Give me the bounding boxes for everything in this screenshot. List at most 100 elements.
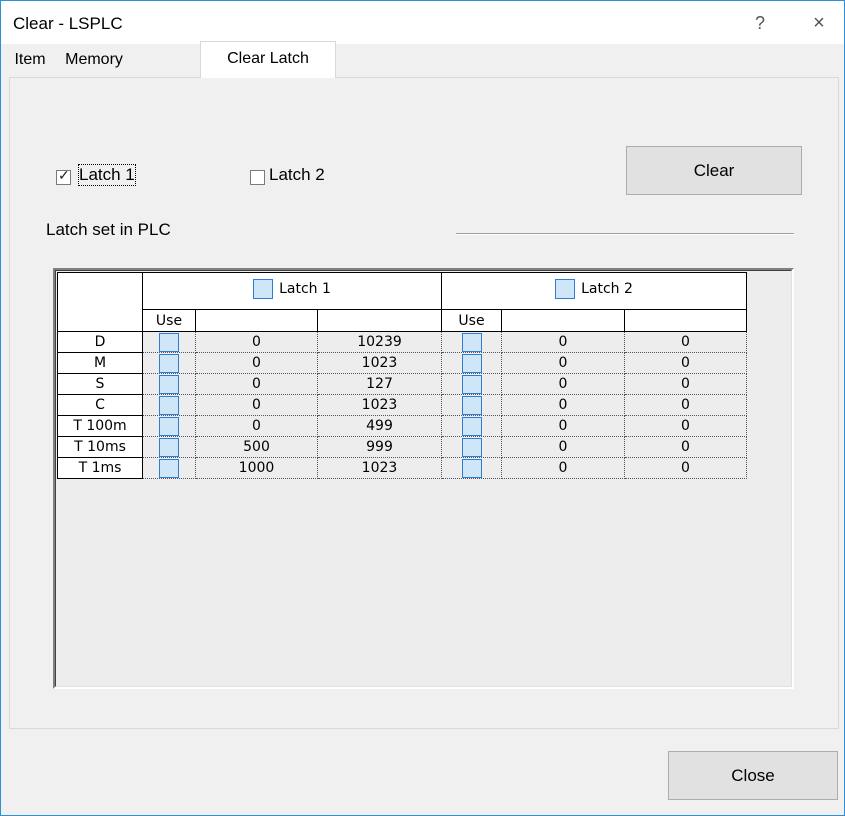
- latch2-use-cell[interactable]: [441, 436, 502, 458]
- latch2-checkbox-box[interactable]: [250, 170, 265, 185]
- latch2-start-cell[interactable]: 0: [501, 373, 625, 395]
- use-checkbox[interactable]: [461, 458, 482, 478]
- latch2-start-cell[interactable]: 0: [501, 394, 625, 416]
- latch1-checkbox[interactable]: ✓ Latch 1: [56, 164, 168, 189]
- row-header[interactable]: S: [57, 373, 143, 395]
- latch2-end-cell[interactable]: 0: [624, 436, 747, 458]
- table-row[interactable]: T 1ms 1000 1023 0 0: [57, 457, 747, 479]
- latch1-start-header: [195, 309, 318, 332]
- latch1-end-cell[interactable]: 10239: [317, 331, 442, 353]
- latch2-start-cell[interactable]: 0: [501, 457, 625, 479]
- latch1-start-cell[interactable]: 1000: [195, 457, 318, 479]
- latch2-start-header: [501, 309, 625, 332]
- latch2-checkbox[interactable]: Latch 2: [250, 165, 362, 189]
- latch2-group-label: Latch 2: [581, 281, 633, 297]
- use-checkbox[interactable]: [159, 374, 179, 394]
- row-header[interactable]: C: [57, 394, 143, 416]
- latch1-group-checkbox[interactable]: [253, 279, 274, 299]
- latch2-use-cell[interactable]: [441, 373, 502, 395]
- separator-line: [456, 233, 794, 235]
- latch1-use-cell[interactable]: [142, 352, 196, 374]
- latch1-use-cell[interactable]: [142, 394, 196, 416]
- latch1-label: Latch 1: [78, 164, 136, 186]
- latch1-end-cell[interactable]: 1023: [317, 394, 442, 416]
- table-row[interactable]: C 0 1023 0 0: [57, 394, 747, 416]
- tab-memory[interactable]: Memory: [57, 44, 131, 76]
- latch-grid[interactable]: Latch 1 Latch 2 Use Use D 0 10239 0 0 M 0 1023 0…: [53, 268, 794, 689]
- close-icon[interactable]: ×: [798, 6, 840, 40]
- latch2-start-cell[interactable]: 0: [501, 415, 625, 437]
- title-bar: Clear - LSPLC ? ×: [1, 1, 844, 44]
- tab-clear-latch[interactable]: Clear Latch: [200, 41, 336, 78]
- use-checkbox[interactable]: [159, 416, 179, 436]
- latch1-start-cell[interactable]: 0: [195, 415, 318, 437]
- use-checkbox[interactable]: [461, 437, 482, 457]
- latch2-end-cell[interactable]: 0: [624, 331, 747, 353]
- row-header[interactable]: T 100m: [57, 415, 143, 437]
- latch1-start-cell[interactable]: 500: [195, 436, 318, 458]
- latch2-use-cell[interactable]: [441, 352, 502, 374]
- latch2-group-header[interactable]: Latch 2: [441, 272, 747, 310]
- latch1-start-cell[interactable]: 0: [195, 373, 318, 395]
- latch1-end-cell[interactable]: 499: [317, 415, 442, 437]
- latch1-end-cell[interactable]: 999: [317, 436, 442, 458]
- close-button[interactable]: Close: [668, 751, 838, 800]
- latch2-group-checkbox[interactable]: [555, 279, 576, 299]
- latch2-end-cell[interactable]: 0: [624, 457, 747, 479]
- use-checkbox[interactable]: [461, 395, 482, 415]
- table-row[interactable]: M 0 1023 0 0: [57, 352, 747, 374]
- table-row[interactable]: D 0 10239 0 0: [57, 331, 747, 353]
- latch1-group-label: Latch 1: [279, 281, 331, 297]
- latch1-start-cell[interactable]: 0: [195, 352, 318, 374]
- latch2-end-cell[interactable]: 0: [624, 373, 747, 395]
- use-checkbox[interactable]: [159, 437, 179, 457]
- latch2-end-cell[interactable]: 0: [624, 415, 747, 437]
- latch2-end-cell[interactable]: 0: [624, 394, 747, 416]
- latch1-end-cell[interactable]: 1023: [317, 457, 442, 479]
- use-checkbox[interactable]: [159, 353, 179, 373]
- row-header[interactable]: D: [57, 331, 143, 353]
- latch1-use-cell[interactable]: [142, 331, 196, 353]
- use-checkbox[interactable]: [461, 332, 482, 352]
- latch1-start-cell[interactable]: 0: [195, 394, 318, 416]
- check-icon: ✓: [58, 167, 70, 183]
- table-row[interactable]: S 0 127 0 0: [57, 373, 747, 395]
- latch1-end-cell[interactable]: 1023: [317, 352, 442, 374]
- table-row[interactable]: T 100m 0 499 0 0: [57, 415, 747, 437]
- latch1-group-header[interactable]: Latch 1: [142, 272, 442, 310]
- latch2-use-cell[interactable]: [441, 331, 502, 353]
- help-icon[interactable]: ?: [740, 6, 780, 40]
- latch1-use-cell[interactable]: [142, 436, 196, 458]
- latch1-checkbox-box[interactable]: ✓: [56, 167, 71, 185]
- latch2-use-cell[interactable]: [441, 457, 502, 479]
- use-checkbox[interactable]: [461, 374, 482, 394]
- use-checkbox[interactable]: [461, 416, 482, 436]
- latch2-use-header: Use: [441, 309, 502, 332]
- latch1-use-header: Use: [142, 309, 196, 332]
- latch1-start-cell[interactable]: 0: [195, 331, 318, 353]
- row-header[interactable]: T 10ms: [57, 436, 143, 458]
- use-checkbox[interactable]: [461, 353, 482, 373]
- use-checkbox[interactable]: [159, 332, 179, 352]
- latch2-start-cell[interactable]: 0: [501, 436, 625, 458]
- latch-grid-frame: Latch 1 Latch 2 Use Use D 0 10239 0 0 M 0 1023 0…: [55, 270, 792, 687]
- latch1-use-cell[interactable]: [142, 457, 196, 479]
- latch1-use-cell[interactable]: [142, 373, 196, 395]
- dialog-window: Clear - LSPLC ? × Item Memory Clear Latc…: [0, 0, 845, 816]
- latch2-end-header: [624, 309, 747, 332]
- use-checkbox[interactable]: [159, 458, 179, 478]
- row-header[interactable]: M: [57, 352, 143, 374]
- table-row[interactable]: T 10ms 500 999 0 0: [57, 436, 747, 458]
- latch-grid-body: D 0 10239 0 0 M 0 1023 0 0 S 0 127 0 0 C 0 1023 0 0 T 100m 0 4…: [57, 331, 747, 479]
- latch2-use-cell[interactable]: [441, 415, 502, 437]
- use-checkbox[interactable]: [159, 395, 179, 415]
- latch2-use-cell[interactable]: [441, 394, 502, 416]
- latch2-start-cell[interactable]: 0: [501, 331, 625, 353]
- latch2-start-cell[interactable]: 0: [501, 352, 625, 374]
- clear-button[interactable]: Clear: [626, 146, 802, 195]
- latch1-end-cell[interactable]: 127: [317, 373, 442, 395]
- tab-item[interactable]: Item: [9, 44, 51, 76]
- row-header[interactable]: T 1ms: [57, 457, 143, 479]
- latch2-end-cell[interactable]: 0: [624, 352, 747, 374]
- latch1-use-cell[interactable]: [142, 415, 196, 437]
